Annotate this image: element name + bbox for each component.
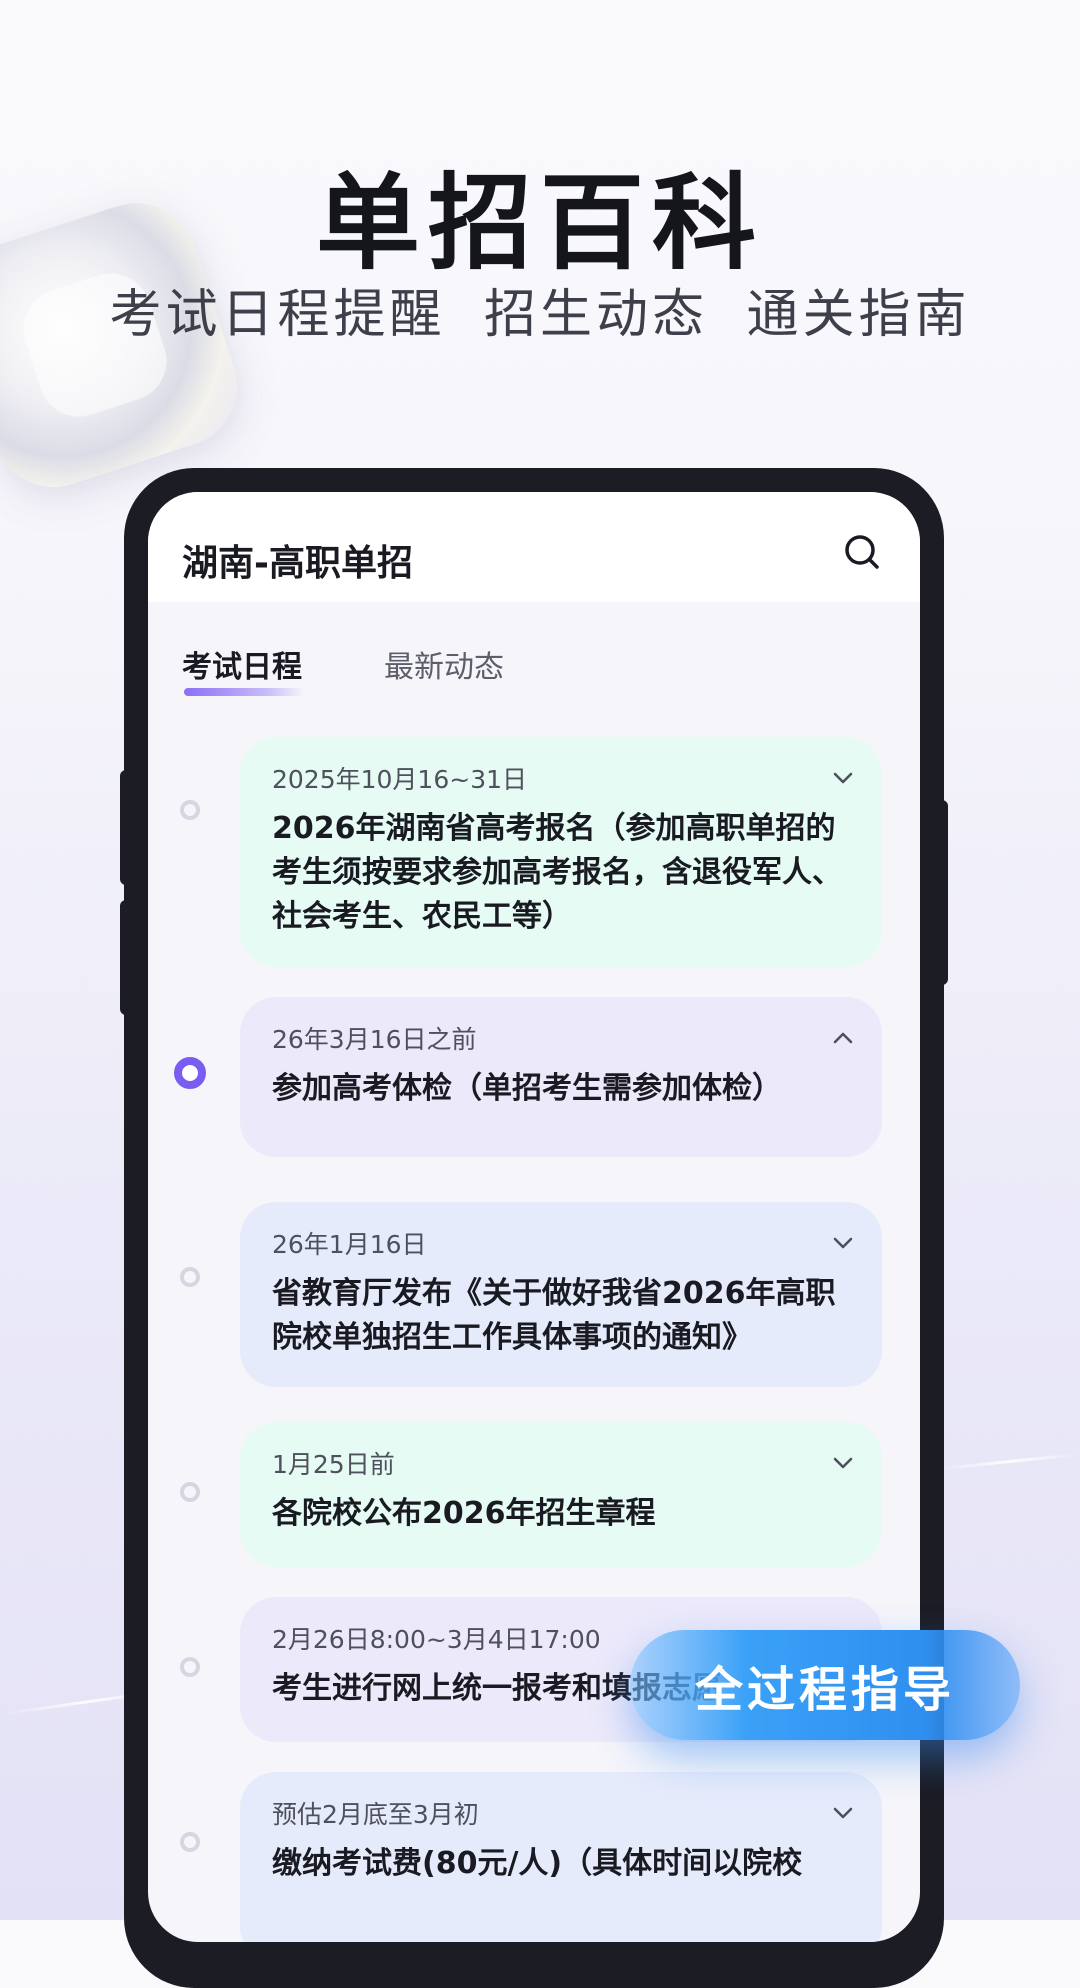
- schedule-date: 1月25日前: [272, 1450, 395, 1479]
- chevron-down-icon[interactable]: [832, 1802, 854, 1824]
- full-process-guide-button[interactable]: 全过程指导: [630, 1630, 1020, 1740]
- tab-latest-news[interactable]: 最新动态: [384, 642, 504, 686]
- schedule-text: 省教育厅发布《关于做好我省2026年高职院校单独招生工作具体事项的通知》: [272, 1276, 836, 1355]
- chevron-down-icon[interactable]: [832, 1452, 854, 1474]
- timeline-dot: [180, 1482, 200, 1502]
- app-title: 湖南-高职单招: [182, 543, 413, 584]
- schedule-card[interactable]: 1月25日前 各院校公布2026年招生章程: [240, 1422, 882, 1567]
- hero-subtitle: 考试日程提醒 招生动态 通关指南: [109, 285, 971, 345]
- tab-bar: 考试日程 最新动态: [148, 602, 920, 712]
- schedule-card[interactable]: 2025年10月16~31日 2026年湖南省高考报名（参加高职单招的考生须按要…: [240, 737, 882, 967]
- app-header: 湖南-高职单招: [148, 492, 920, 602]
- schedule-card[interactable]: 预估2月底至3月初 缴纳考试费(80元/人)（具体时间以院校: [240, 1772, 882, 1942]
- chevron-up-icon[interactable]: [832, 1027, 854, 1049]
- schedule-date: 26年3月16日之前: [272, 1025, 477, 1054]
- decorative-swoosh: [940, 1452, 1080, 1471]
- timeline-dot: [180, 1267, 200, 1287]
- schedule-date: 预估2月底至3月初: [272, 1800, 479, 1829]
- schedule-date: 26年1月16日: [272, 1230, 427, 1259]
- search-icon[interactable]: [842, 532, 882, 572]
- tab-exam-schedule[interactable]: 考试日程: [182, 642, 302, 686]
- active-tab-indicator: [184, 688, 304, 696]
- timeline-dot: [180, 1832, 200, 1852]
- schedule-card[interactable]: 26年1月16日 省教育厅发布《关于做好我省2026年高职院校单独招生工作具体事…: [240, 1202, 882, 1387]
- schedule-text: 缴纳考试费(80元/人)（具体时间以院校: [272, 1846, 803, 1881]
- schedule-text: 2026年湖南省高考报名（参加高职单招的考生须按要求参加高考报名，含退役军人、社…: [272, 811, 842, 934]
- chevron-down-icon[interactable]: [832, 767, 854, 789]
- schedule-text: 各院校公布2026年招生章程: [272, 1496, 656, 1531]
- timeline-dot: [180, 800, 200, 820]
- timeline-dot: [180, 1657, 200, 1677]
- schedule-date: 2025年10月16~31日: [272, 765, 528, 794]
- timeline-dot-current: [174, 1057, 206, 1089]
- hero-title: 单招百科: [315, 162, 764, 284]
- schedule-card[interactable]: 26年3月16日之前 参加高考体检（单招考生需参加体检）: [240, 997, 882, 1157]
- schedule-text: 参加高考体检（单招考生需参加体检）: [272, 1071, 782, 1106]
- chevron-down-icon[interactable]: [832, 1232, 854, 1254]
